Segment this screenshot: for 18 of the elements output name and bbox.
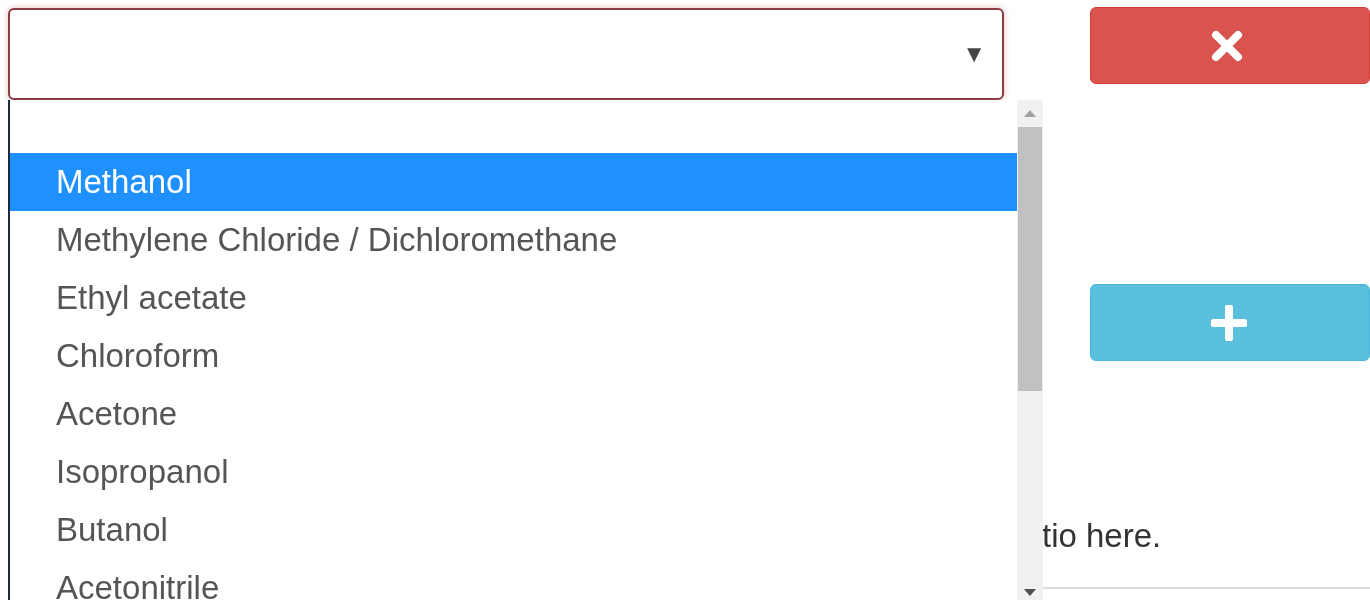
dropdown-option[interactable]: Ethyl acetate <box>10 269 1017 327</box>
remove-button[interactable] <box>1090 7 1370 84</box>
dropdown-option[interactable]: Acetonitrile <box>10 559 1017 600</box>
dropdown-option[interactable]: Butanol <box>10 501 1017 559</box>
dropdown-option[interactable]: Acetone <box>10 385 1017 443</box>
scrollbar[interactable] <box>1017 100 1043 600</box>
hint-text: tio here. <box>1042 516 1163 556</box>
caret-icon: ▼ <box>962 36 986 72</box>
close-icon <box>1211 29 1243 62</box>
dropdown-option[interactable]: Methylene Chloride / Dichloromethane <box>10 211 1017 269</box>
scroll-up-icon[interactable] <box>1024 110 1036 117</box>
select-field[interactable]: ▼ <box>8 8 1004 100</box>
scroll-down-icon[interactable] <box>1024 589 1036 596</box>
scrollbar-thumb[interactable] <box>1018 127 1042 391</box>
add-button[interactable] <box>1090 284 1370 361</box>
plus-icon <box>1211 304 1247 341</box>
dropdown-option[interactable]: Chloroform <box>10 327 1017 385</box>
dropdown-option[interactable]: Isopropanol <box>10 443 1017 501</box>
